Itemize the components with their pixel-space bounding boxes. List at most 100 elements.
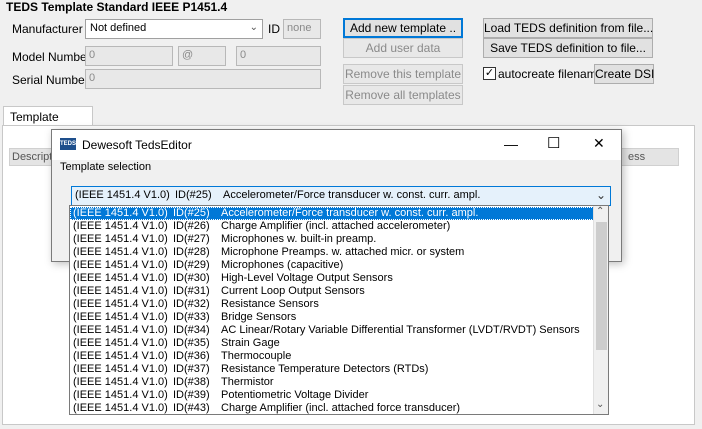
template-list-rows: (IEEE 1451.4 V1.0) ID(#25) Accelerometer/F…	[70, 206, 594, 414]
scrollbar-thumb[interactable]	[596, 222, 607, 350]
remove-all-templates-button[interactable]: Remove all templates	[343, 85, 463, 105]
template-select-id: ID(#25)	[175, 189, 212, 201]
serial-number-field[interactable]: 0	[85, 69, 321, 89]
list-item[interactable]: (IEEE 1451.4 V1.0) ID(#34) AC Linear/Rotar…	[70, 324, 594, 337]
tab-template-empty[interactable]: Template empty	[3, 106, 93, 138]
list-item[interactable]: (IEEE 1451.4 V1.0) ID(#32) Resistance Sens…	[70, 298, 594, 311]
list-item-standard: (IEEE 1451.4 V1.0)	[73, 350, 168, 362]
chevron-down-icon: ⌄	[249, 22, 258, 33]
list-item-standard: (IEEE 1451.4 V1.0)	[73, 259, 168, 271]
template-selection-label: Template selection	[60, 161, 152, 173]
list-item-description: Current Loop Output Sensors	[221, 285, 365, 297]
list-item[interactable]: (IEEE 1451.4 V1.0) ID(#25) Accelerometer/F…	[70, 207, 594, 220]
list-item-description: Charge Amplifier (incl. attached force t…	[221, 402, 461, 414]
list-item-standard: (IEEE 1451.4 V1.0)	[73, 220, 168, 232]
list-item-standard: (IEEE 1451.4 V1.0)	[73, 337, 168, 349]
model-at-field[interactable]: @	[178, 46, 226, 66]
list-item-description: Accelerometer/Force transducer w. const.…	[221, 207, 479, 219]
list-item-id: ID(#43)	[173, 402, 210, 414]
list-item[interactable]: (IEEE 1451.4 V1.0) ID(#31) Current Loop Ou…	[70, 285, 594, 298]
template-select-description: Accelerometer/Force transducer w. const.…	[223, 189, 481, 201]
list-item-description: Charge Amplifier (incl. attached acceler…	[221, 220, 451, 232]
dialog-title: Dewesoft TedsEditor	[82, 138, 192, 152]
id-label: ID	[268, 22, 280, 36]
list-item-description: AC Linear/Rotary Variable Differential T…	[221, 324, 580, 336]
list-item-description: Microphones (capacitive)	[221, 259, 344, 271]
list-item-standard: (IEEE 1451.4 V1.0)	[73, 246, 168, 258]
save-teds-button[interactable]: Save TEDS definition to file...	[483, 38, 653, 58]
add-user-data-button[interactable]: Add user data	[343, 38, 463, 58]
load-teds-button[interactable]: Load TEDS definition from file...	[483, 18, 653, 38]
list-item-id: ID(#37)	[173, 363, 210, 375]
list-item-standard: (IEEE 1451.4 V1.0)	[73, 324, 168, 336]
list-item-description: Microphones w. built-in preamp.	[221, 233, 377, 245]
add-new-template-button[interactable]: Add new template ..	[343, 18, 463, 38]
list-item-id: ID(#29)	[173, 259, 210, 271]
list-item-standard: (IEEE 1451.4 V1.0)	[73, 389, 168, 401]
list-item[interactable]: (IEEE 1451.4 V1.0) ID(#29) Microphones (ca…	[70, 259, 594, 272]
list-item-description: Potentiometric Voltage Divider	[221, 389, 369, 401]
list-item-standard: (IEEE 1451.4 V1.0)	[73, 402, 168, 414]
list-item[interactable]: (IEEE 1451.4 V1.0) ID(#27) Microphones w. …	[70, 233, 594, 246]
minimize-icon[interactable]: —	[504, 136, 518, 152]
list-item-id: ID(#34)	[173, 324, 210, 336]
manufacturer-select[interactable]: Not defined ⌄	[85, 19, 263, 39]
manufacturer-label: Manufacturer	[12, 22, 83, 36]
model-number-label: Model Number	[12, 50, 91, 64]
scroll-down-icon[interactable]: ⌄	[596, 399, 604, 410]
template-dropdown-list[interactable]: (IEEE 1451.4 V1.0) ID(#25) Accelerometer/F…	[69, 205, 609, 415]
list-item-description: Microphone Preamps. w. attached micr. or…	[221, 246, 465, 258]
list-item[interactable]: (IEEE 1451.4 V1.0) ID(#26) Charge Amplifie…	[70, 220, 594, 233]
template-select[interactable]: (IEEE 1451.4 V1.0) ID(#25) Accelerometer/F…	[71, 186, 611, 206]
list-item-description: Resistance Temperature Detectors (RTDs)	[221, 363, 429, 375]
remove-template-button[interactable]: Remove this template	[343, 64, 463, 84]
list-item-id: ID(#28)	[173, 246, 210, 258]
list-item-description: Thermocouple	[221, 350, 292, 362]
list-item-description: High-Level Voltage Output Sensors	[221, 272, 393, 284]
list-item[interactable]: (IEEE 1451.4 V1.0) ID(#38) Thermistor	[70, 376, 594, 389]
autocreate-label: autocreate filename	[498, 67, 604, 81]
model-number-field[interactable]: 0	[85, 46, 173, 66]
list-item[interactable]: (IEEE 1451.4 V1.0) ID(#35) Strain Gage	[70, 337, 594, 350]
list-item-id: ID(#33)	[173, 311, 210, 323]
model-version-field[interactable]: 0	[236, 46, 321, 66]
dialog-titlebar: TEDS Dewesoft TedsEditor — ☐ ✕	[52, 130, 621, 160]
close-icon[interactable]: ✕	[593, 135, 605, 152]
table-header-address: ess	[628, 151, 646, 163]
list-item-standard: (IEEE 1451.4 V1.0)	[73, 233, 168, 245]
list-item[interactable]: (IEEE 1451.4 V1.0) ID(#33) Bridge Sensors	[70, 311, 594, 324]
list-item-description: Thermistor	[221, 376, 274, 388]
list-item-id: ID(#26)	[173, 220, 210, 232]
scroll-up-icon[interactable]: ⌃	[596, 206, 604, 217]
template-select-standard: (IEEE 1451.4 V1.0)	[75, 189, 170, 201]
teds-logo-icon: TEDS	[60, 138, 76, 150]
list-item[interactable]: (IEEE 1451.4 V1.0) ID(#43) Charge Amplifie…	[70, 402, 594, 414]
list-scrollbar[interactable]: ⌃ ⌄	[593, 206, 608, 414]
manufacturer-value: Not defined	[90, 22, 147, 34]
list-item[interactable]: (IEEE 1451.4 V1.0) ID(#30) High-Level Volt…	[70, 272, 594, 285]
page-title: TEDS Template Standard IEEE P1451.4	[6, 0, 228, 14]
list-item-standard: (IEEE 1451.4 V1.0)	[73, 272, 168, 284]
list-item-description: Resistance Sensors	[221, 298, 319, 310]
list-item-standard: (IEEE 1451.4 V1.0)	[73, 285, 168, 297]
list-item-id: ID(#39)	[173, 389, 210, 401]
list-item-standard: (IEEE 1451.4 V1.0)	[73, 376, 168, 388]
list-item-id: ID(#31)	[173, 285, 210, 297]
list-item-description: Strain Gage	[221, 337, 280, 349]
chevron-down-icon: ⌄	[595, 188, 606, 202]
list-item-id: ID(#27)	[173, 233, 210, 245]
list-item-id: ID(#25)	[173, 207, 210, 219]
list-item[interactable]: (IEEE 1451.4 V1.0) ID(#28) Microphone Prea…	[70, 246, 594, 259]
list-item-id: ID(#35)	[173, 337, 210, 349]
list-item-id: ID(#30)	[173, 272, 210, 284]
list-item-id: ID(#38)	[173, 376, 210, 388]
list-item-standard: (IEEE 1451.4 V1.0)	[73, 311, 168, 323]
list-item[interactable]: (IEEE 1451.4 V1.0) ID(#36) Thermocouple	[70, 350, 594, 363]
create-dsi-button[interactable]: Create DSI	[594, 64, 654, 84]
autocreate-checkbox[interactable]: ✓	[483, 67, 496, 80]
maximize-icon[interactable]: ☐	[547, 134, 560, 152]
id-field[interactable]: none	[283, 19, 321, 39]
list-item[interactable]: (IEEE 1451.4 V1.0) ID(#37) Resistance Temp…	[70, 363, 594, 376]
list-item[interactable]: (IEEE 1451.4 V1.0) ID(#39) Potentiometric …	[70, 389, 594, 402]
list-item-description: Bridge Sensors	[221, 311, 297, 323]
